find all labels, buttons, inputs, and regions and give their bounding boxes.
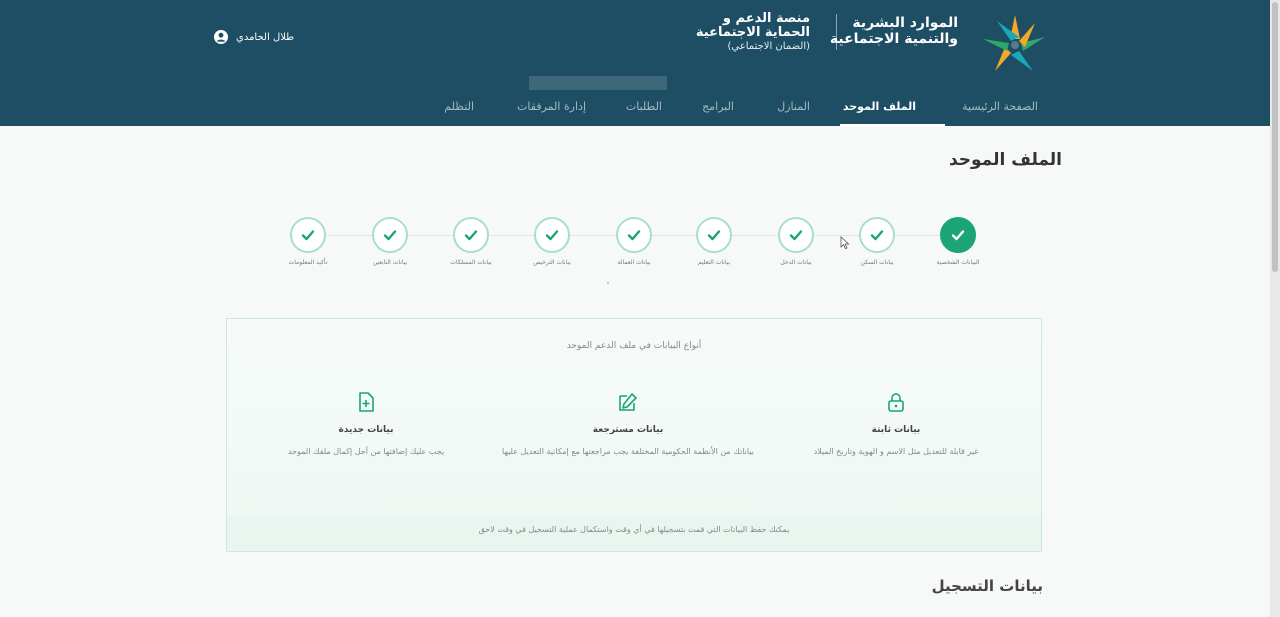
mouse-cursor-icon [840,236,850,250]
nav-programs[interactable]: البرامج [702,100,734,113]
step-circle [534,217,570,253]
lock-icon [888,393,904,412]
fixed-data-desc: غير قابلة للتعديل مثل الاسم و الهوية وتا… [813,447,979,456]
nav-requests[interactable]: الطلبات [626,100,662,113]
step-confirm-info[interactable]: تأكيد المعلومات [268,217,348,266]
check-icon [301,230,315,241]
scrollbar-thumb[interactable] [1272,2,1278,272]
check-icon [870,230,884,241]
top-header: الموارد البشرية والتنمية الاجتماعية منصة… [0,0,1270,126]
platform-name-line3: (الضمان الاجتماعي) [727,41,810,52]
check-icon [464,230,478,241]
header-divider [836,14,837,50]
step-circle [372,217,408,253]
panel-intro-text: أنواع البيانات في ملف الدعم الموحد [566,341,702,351]
fixed-data-column: بيانات ثابتة غير قابلة للتعديل مثل الاسم… [751,391,1041,459]
step-circle [778,217,814,253]
panel-footer-note: يمكنك حفظ البيانات التي قمت بتسجيلها في … [227,515,1041,551]
nav-unified-file[interactable]: الملف الموحد [843,100,916,113]
nav-grievances[interactable]: التظلم [444,100,474,113]
ministry-name: الموارد البشرية والتنمية الاجتماعية [830,15,958,47]
page-title: الملف الموحد [948,150,1062,170]
check-icon [383,230,397,241]
step-property-data[interactable]: بيانات الممتلكات [431,217,511,266]
check-icon [627,230,641,241]
step-circle [453,217,489,253]
new-data-desc: يجب عليك إضافتها من أجل إكمال ملفك الموح… [287,447,445,456]
user-avatar-icon [214,30,228,44]
data-types-panel: أنواع البيانات في ملف الدعم الموحد بيانا… [226,318,1042,552]
step-label: البيانات الشخصية [936,259,980,266]
retrieved-data-title: بيانات مسترجعة [592,425,664,435]
step-circle [859,217,895,253]
nav-home[interactable]: الصفحة الرئيسية [962,100,1038,113]
platform-name: منصة الدعم و الحماية الاجتماعية (الضمان … [696,12,810,54]
step-label: بيانات السكن [860,259,894,266]
step-dependents-data[interactable]: بيانات التابعين [350,217,430,266]
fixed-data-title: بيانات ثابتة [871,425,921,435]
step-label: تأكيد المعلومات [288,259,328,266]
check-icon [545,230,559,241]
ministry-name-line2: والتنمية الاجتماعية [829,31,958,47]
nav-active-indicator [840,124,945,127]
platform-name-line2: الحماية الاجتماعية [695,25,810,40]
step-income-data[interactable]: بيانات الدخل [756,217,836,266]
nav-homes[interactable]: المنازل [777,100,810,113]
step-circle [616,217,652,253]
step-circle [696,217,732,253]
retrieved-data-column: بيانات مسترجعة بياناتك من الأنظمة الحكوم… [483,391,773,459]
check-icon [951,230,965,241]
main-nav: الصفحة الرئيسية الملف الموحد المنازل الب… [0,90,1270,126]
step-circle [940,217,976,253]
retrieved-data-desc: بياناتك من الأنظمة الحكومية المختلفة يجب… [502,447,754,456]
platform-name-line1: منصة الدعم و [722,11,810,26]
ministry-name-line1: الموارد البشرية [852,15,958,31]
user-name: طلال الحامدي [236,31,295,43]
new-data-column: بيانات جديدة يجب عليك إضافتها من أجل إكم… [221,391,511,459]
check-icon [707,230,721,241]
step-license-data[interactable]: بيانات الترخيص [512,217,592,266]
step-label: بيانات التعليم [697,259,731,266]
edit-icon [619,393,637,411]
step-label: بيانات العمالة [617,259,651,266]
step-labor-data[interactable]: بيانات العمالة [594,217,674,266]
check-icon [789,230,803,241]
registration-data-title: بيانات التسجيل [931,577,1043,595]
step-label: بيانات الممتلكات [450,259,492,266]
nav-attachments[interactable]: إدارة المرفقات [517,100,586,113]
step-circle [290,217,326,253]
page-scrollbar[interactable] [1270,0,1280,617]
step-education-data[interactable]: بيانات التعليم [674,217,754,266]
breadcrumb-bar [529,76,667,90]
file-add-icon [359,392,374,412]
ministry-logo-icon[interactable] [975,10,1055,80]
new-data-title: بيانات جديدة [338,425,394,435]
step-label: بيانات التابعين [372,259,408,266]
user-menu[interactable]: طلال الحامدي [214,30,294,44]
step-label: بيانات الدخل [780,259,812,266]
step-label: بيانات الترخيص [533,259,571,266]
scroll-indicator-dot [607,282,609,284]
step-personal-data[interactable]: البيانات الشخصية [918,217,998,266]
